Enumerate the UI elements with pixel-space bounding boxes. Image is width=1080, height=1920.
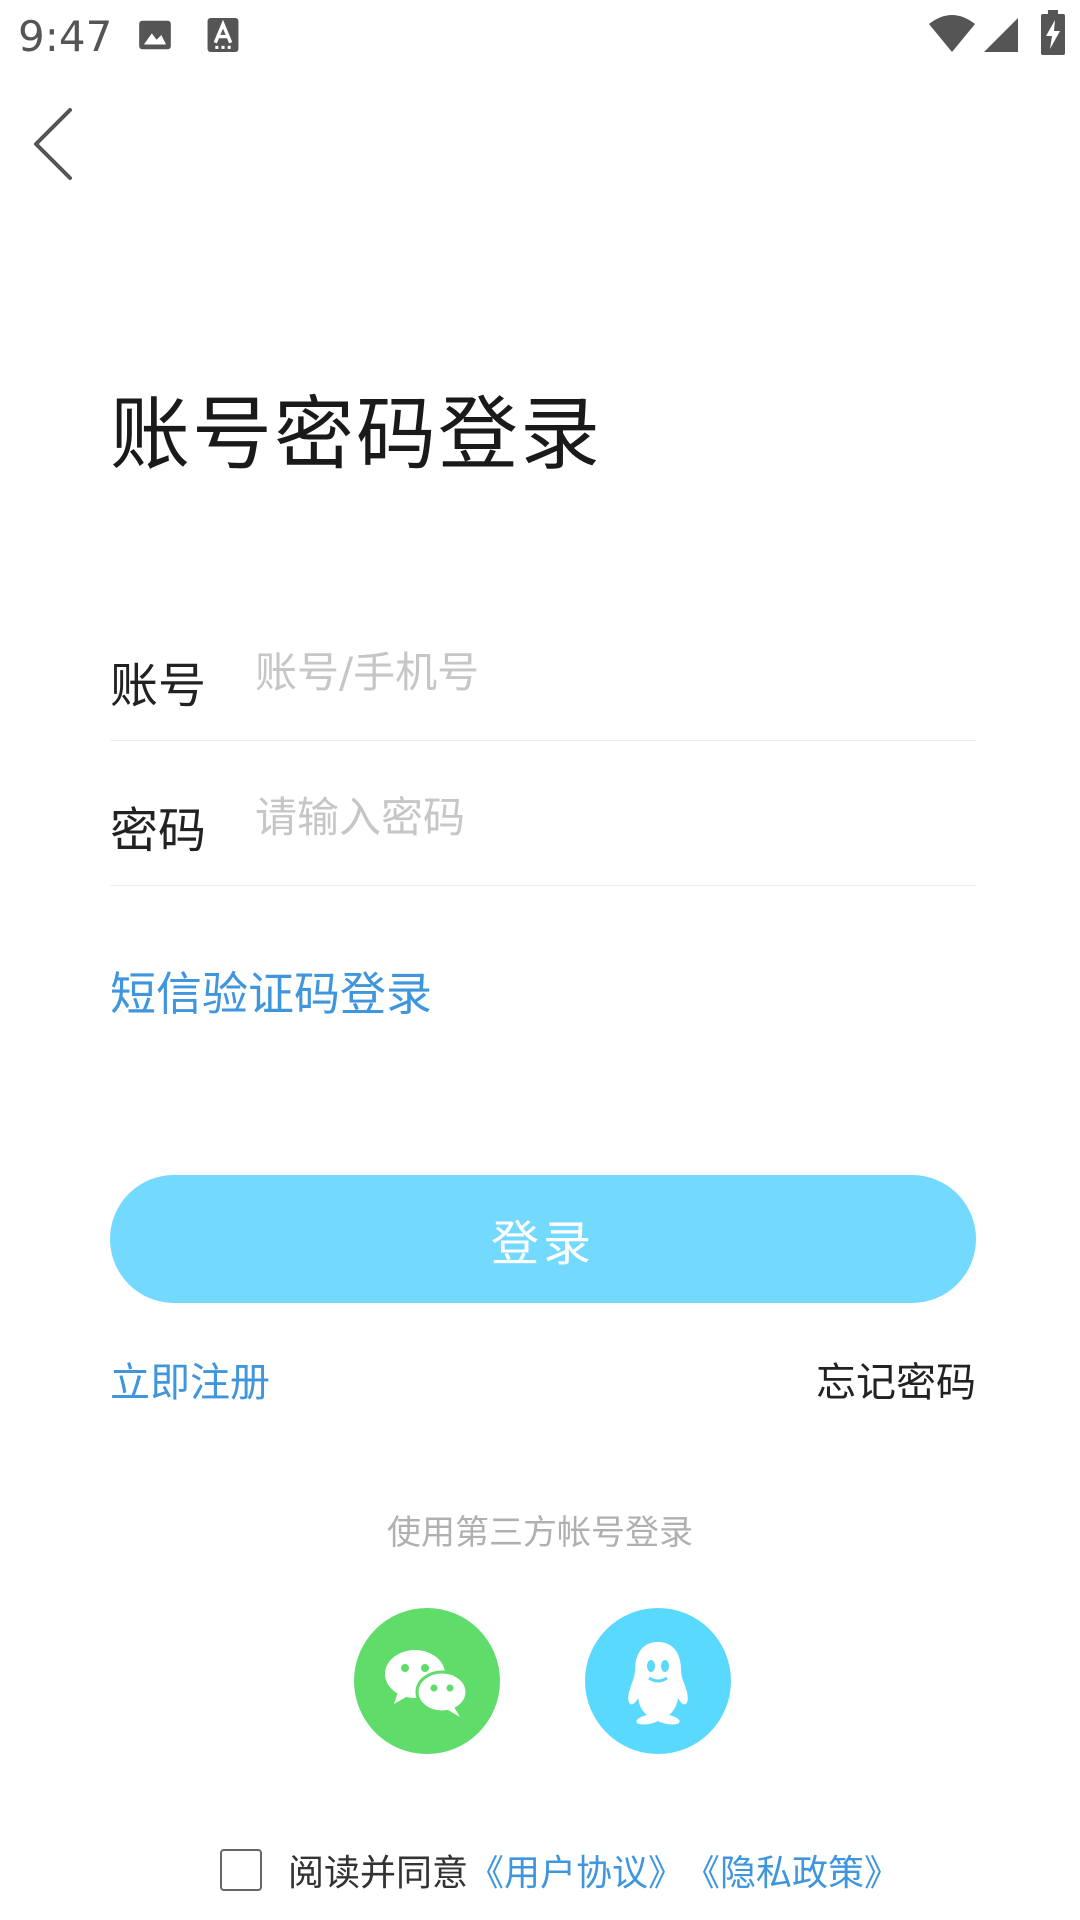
- agreement-prefix: 阅读并同意: [288, 1853, 469, 1894]
- status-time: 9:47: [18, 12, 113, 61]
- register-link[interactable]: 立即注册: [110, 1350, 270, 1408]
- back-button[interactable]: [24, 100, 94, 190]
- gallery-notification-icon: [139, 20, 171, 50]
- cellular-signal-icon: [984, 18, 1018, 52]
- qq-login-button[interactable]: [585, 1608, 731, 1754]
- forgot-password-link[interactable]: 忘记密码: [816, 1350, 976, 1408]
- keyboard-notification-icon: [207, 18, 239, 52]
- password-label: 密码: [110, 803, 207, 859]
- wifi-icon: [929, 15, 975, 52]
- agreement-checkbox[interactable]: [220, 1849, 262, 1891]
- account-row: 账号: [110, 600, 976, 741]
- third-party-login-title: 使用第三方帐号登录: [387, 1513, 693, 1553]
- password-row: 密码: [110, 745, 976, 886]
- login-screen: 9:47 账号密码登录 账号 账号/手机号 密码 短信验证码登录 登录 立即注册…: [0, 0, 1080, 1920]
- user-agreement-link[interactable]: 《用户协议》: [468, 1844, 684, 1896]
- wechat-login-button[interactable]: [354, 1608, 500, 1754]
- page-title: 账号密码登录: [110, 388, 602, 481]
- account-input[interactable]: [255, 640, 955, 704]
- qq-penguin-icon: [628, 1642, 688, 1725]
- battery-charging-icon: [1041, 10, 1065, 55]
- password-input[interactable]: [255, 785, 955, 849]
- account-label: 账号: [110, 658, 207, 714]
- wechat-icon: [385, 1650, 469, 1717]
- privacy-policy-link[interactable]: 《隐私政策》: [684, 1844, 900, 1896]
- sms-login-link[interactable]: 短信验证码登录: [110, 958, 432, 1024]
- agreement-row: 阅读并同意 《用户协议》 《隐私政策》: [220, 1845, 900, 1895]
- chevron-left-icon: [34, 108, 72, 180]
- login-button[interactable]: 登录: [110, 1175, 976, 1303]
- status-bar: 9:47: [0, 0, 1080, 70]
